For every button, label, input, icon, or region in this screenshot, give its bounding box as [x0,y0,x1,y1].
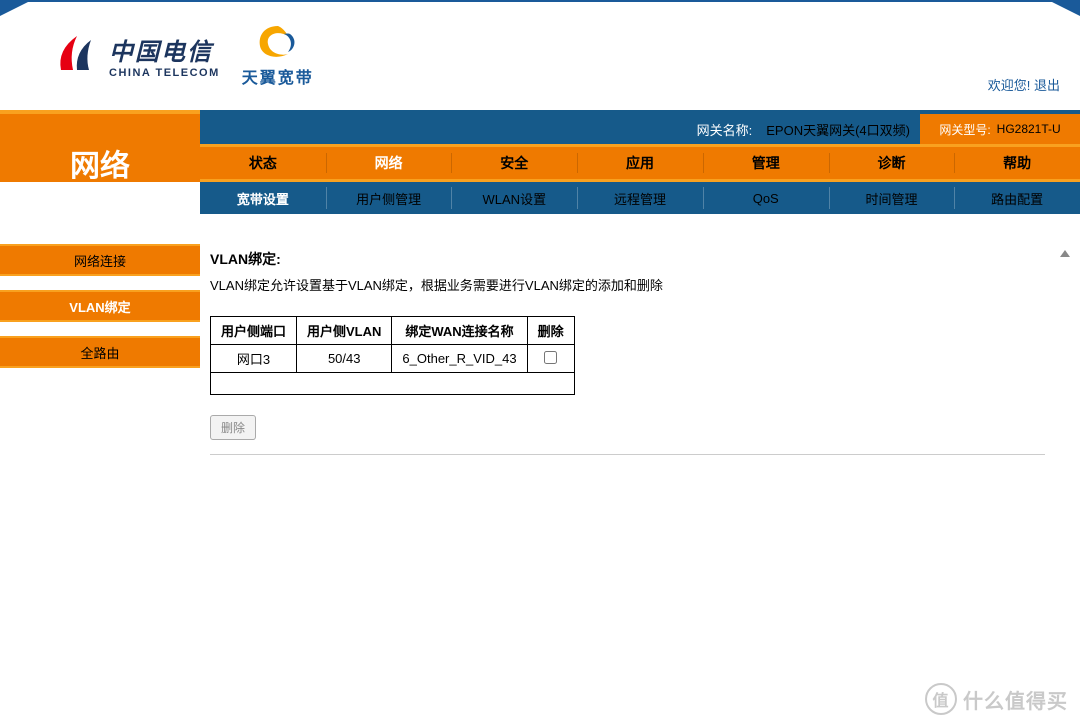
table-header-3: 删除 [527,317,574,345]
nav-item-0[interactable]: 状态 [200,147,326,179]
subnav-item-4[interactable]: QoS [703,182,829,214]
table-header-0: 用户侧端口 [211,317,297,345]
sidebar-item-2[interactable]: 全路由 [0,336,200,368]
gateway-name-label: 网关名称: [697,120,753,139]
nav-item-1[interactable]: 网络 [326,147,452,179]
gateway-model: 网关型号: HG2821T-U [920,114,1080,144]
table-header-1: 用户侧VLAN [297,317,392,345]
nav-item-5[interactable]: 诊断 [829,147,955,179]
table-cell: 50/43 [297,345,392,373]
section-title: 网络 [0,147,200,179]
gateway-model-value: HG2821T-U [997,122,1061,136]
delete-checkbox[interactable] [544,351,557,364]
nav-item-4[interactable]: 管理 [703,147,829,179]
table-cell: 6_Other_R_VID_43 [392,345,527,373]
table-header-2: 绑定WAN连接名称 [392,317,527,345]
nav-item-3[interactable]: 应用 [577,147,703,179]
sub-nav: 宽带设置用户侧管理WLAN设置远程管理QoS时间管理路由配置 [0,182,1080,214]
welcome-bar: 欢迎您! 退出 [988,75,1060,94]
table-row: 网口350/436_Other_R_VID_43 [211,345,575,373]
table-empty-row [211,373,575,395]
broadband-label: 天翼宽带 [242,64,314,88]
table-cell: 网口3 [211,345,297,373]
content-title: VLAN绑定: [210,249,1062,269]
watermark: 值 什么值得买 [925,683,1068,715]
logout-link[interactable]: 退出 [1034,78,1060,93]
sidebar: 网络连接 VLAN绑定全路由 [0,214,200,382]
nav-item-6[interactable]: 帮助 [954,147,1080,179]
watermark-badge-icon: 值 [925,683,957,715]
logo-china-telecom: 中国电信 CHINA TELECOM [55,30,220,80]
sidebar-item-0[interactable]: 网络连接 [0,244,200,276]
nav-item-2[interactable]: 安全 [451,147,577,179]
gateway-name: 网关名称: EPON天翼网关(4口双频) [697,114,910,144]
content-desc: VLAN绑定允许设置基于VLAN绑定，根据业务需要进行VLAN绑定的添加和删除 [210,275,1062,294]
telecom-logo-icon [55,30,97,80]
logo-broadband: 天翼宽带 [242,22,314,88]
content-panel: VLAN绑定: VLAN绑定允许设置基于VLAN绑定，根据业务需要进行VLAN绑… [200,214,1080,465]
gateway-model-label: 网关型号: [939,121,990,138]
watermark-text: 什么值得买 [963,685,1068,714]
subnav-item-5[interactable]: 时间管理 [829,182,955,214]
sidebar-item-1[interactable]: VLAN绑定 [0,290,200,322]
logo-cn-text: 中国电信 [109,32,220,67]
subnav-item-6[interactable]: 路由配置 [954,182,1080,214]
banner-row: 网关名称: EPON天翼网关(4口双频) 网关型号: HG2821T-U [0,110,1080,144]
vlan-bind-table: 用户侧端口用户侧VLAN绑定WAN连接名称删除 网口350/436_Other_… [210,316,575,395]
gateway-name-value: EPON天翼网关(4口双频) [766,120,910,139]
subnav-item-0[interactable]: 宽带设置 [200,182,326,214]
delete-button[interactable]: 删除 [210,415,256,440]
main-nav: 网络 状态网络安全应用管理诊断帮助 [0,144,1080,182]
logo-en-text: CHINA TELECOM [109,67,220,79]
content-divider [210,454,1045,455]
header: 中国电信 CHINA TELECOM 天翼宽带 欢迎您! 退出 [0,0,1080,110]
scroll-up-icon[interactable] [1060,250,1070,257]
subnav-item-3[interactable]: 远程管理 [577,182,703,214]
broadband-swirl-icon [254,22,302,60]
subnav-item-1[interactable]: 用户侧管理 [326,182,452,214]
welcome-text: 欢迎您! [988,78,1031,93]
subnav-item-2[interactable]: WLAN设置 [451,182,577,214]
